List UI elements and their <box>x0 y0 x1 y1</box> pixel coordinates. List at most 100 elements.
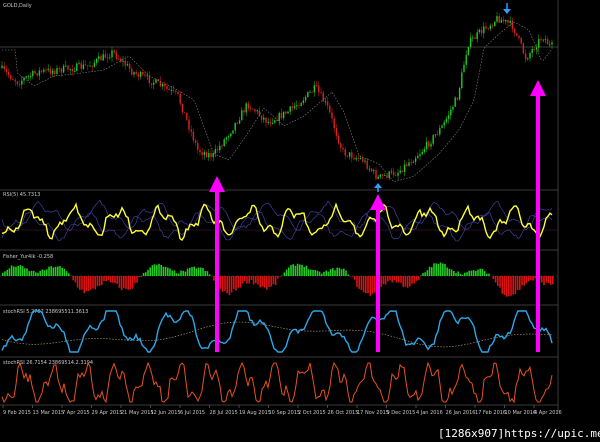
fisher-bar <box>202 267 204 276</box>
candle-body <box>181 103 184 113</box>
candle-body <box>414 158 417 162</box>
candle-body <box>197 142 199 150</box>
fisher-bar <box>213 276 215 281</box>
fisher-bar <box>32 270 35 276</box>
candle-body <box>223 139 225 147</box>
candle-body <box>241 110 243 121</box>
fisher-bar <box>118 276 121 288</box>
arrow-up-icon <box>370 194 386 210</box>
candle-body <box>177 91 179 94</box>
fisher-bar <box>294 265 297 276</box>
fisher-bar <box>109 276 112 283</box>
candle-body <box>267 121 269 123</box>
fisher-bar <box>424 272 426 276</box>
fisher-bar <box>237 276 239 288</box>
fisher-bar <box>486 273 488 276</box>
candle-body <box>243 110 245 113</box>
candle-body <box>419 154 421 156</box>
candle-body <box>80 63 82 69</box>
fisher-bar <box>41 269 44 276</box>
candle-body <box>258 110 261 116</box>
candle-body <box>278 112 280 121</box>
fisher-bar <box>90 276 92 290</box>
candle-body <box>401 170 404 172</box>
rsi-pane-label: RSI(5) 45.7313 <box>3 192 40 198</box>
candle-body <box>144 74 146 76</box>
candle-body <box>304 97 307 101</box>
candle-body <box>329 105 331 113</box>
fisher-bar <box>534 276 536 279</box>
candlestick-series[interactable] <box>1 11 553 181</box>
candle-body <box>478 29 481 33</box>
candle-body <box>109 57 111 59</box>
date-tick-label: 28 Jul 2015 <box>210 410 238 416</box>
fisher-bar <box>285 269 288 276</box>
fisher-bar <box>103 276 105 281</box>
fisher-bar <box>142 272 145 276</box>
fisher-bar <box>178 273 180 276</box>
date-tick-label: 19 Aug 2015 <box>239 410 271 416</box>
fisher-bar <box>21 266 24 276</box>
candle-body <box>135 72 137 74</box>
candle-body <box>247 103 250 109</box>
candle-body <box>49 68 52 74</box>
candle-body <box>511 20 514 29</box>
fisher-bar <box>318 271 321 276</box>
candle-body <box>25 76 27 78</box>
candle-body <box>117 58 120 60</box>
candle-body <box>98 56 100 59</box>
fisher-bar <box>246 276 248 284</box>
fisher-bar <box>8 268 11 276</box>
fisher-bar <box>131 276 134 289</box>
candle-body <box>410 162 412 164</box>
fisher-bar <box>35 272 37 276</box>
candle-body <box>469 37 472 48</box>
date-tick-label: 2 Oct 2015 <box>298 410 326 416</box>
fisher-bar <box>362 276 365 293</box>
candle-body <box>65 65 67 67</box>
fisher-bar <box>6 269 8 276</box>
candle-body <box>219 145 221 151</box>
candle-body <box>516 33 518 36</box>
candle-body <box>395 175 397 177</box>
fisher-bar <box>398 276 400 283</box>
candle-body <box>403 164 406 172</box>
candle-body <box>14 79 16 82</box>
fisher-bar <box>24 268 26 276</box>
price-chart-canvas[interactable]: GOLD,Daily RSI(5) 45.7313 Fisher_Yur4ik … <box>0 0 600 442</box>
candle-body <box>139 71 142 77</box>
candle-body <box>100 56 102 61</box>
fisher-bar <box>503 276 506 295</box>
fisher-bar <box>206 271 209 276</box>
stoch-rsi-2-line <box>1 361 553 404</box>
fisher-bar <box>149 267 151 276</box>
candle-body <box>390 171 393 173</box>
fisher-bar <box>547 276 550 284</box>
candle-body <box>287 111 289 114</box>
fisher-bar <box>497 276 499 286</box>
candle-body <box>397 172 399 176</box>
candle-body <box>522 43 525 54</box>
candle-body <box>500 19 503 23</box>
fisher-bar <box>127 276 129 290</box>
candle-body <box>192 131 195 141</box>
fisher-bar <box>46 269 48 276</box>
candle-body <box>335 128 338 136</box>
candle-body <box>289 106 291 112</box>
fisher-bar <box>85 276 88 291</box>
fisher-bar <box>373 276 376 293</box>
candle-body <box>346 155 349 157</box>
fisher-bar <box>204 271 206 276</box>
fisher-bar <box>552 276 554 285</box>
candle-body <box>10 75 12 80</box>
fisher-bar <box>200 267 202 276</box>
candle-body <box>432 135 434 144</box>
date-tick-label: 21 May 2015 <box>121 410 154 416</box>
fisher-bar <box>48 266 50 276</box>
candle-body <box>529 52 531 59</box>
fisher-bar <box>259 276 261 288</box>
candle-body <box>285 111 287 114</box>
fisher-bar <box>255 276 257 284</box>
candle-body <box>439 128 441 135</box>
fisher-bar <box>96 276 99 287</box>
